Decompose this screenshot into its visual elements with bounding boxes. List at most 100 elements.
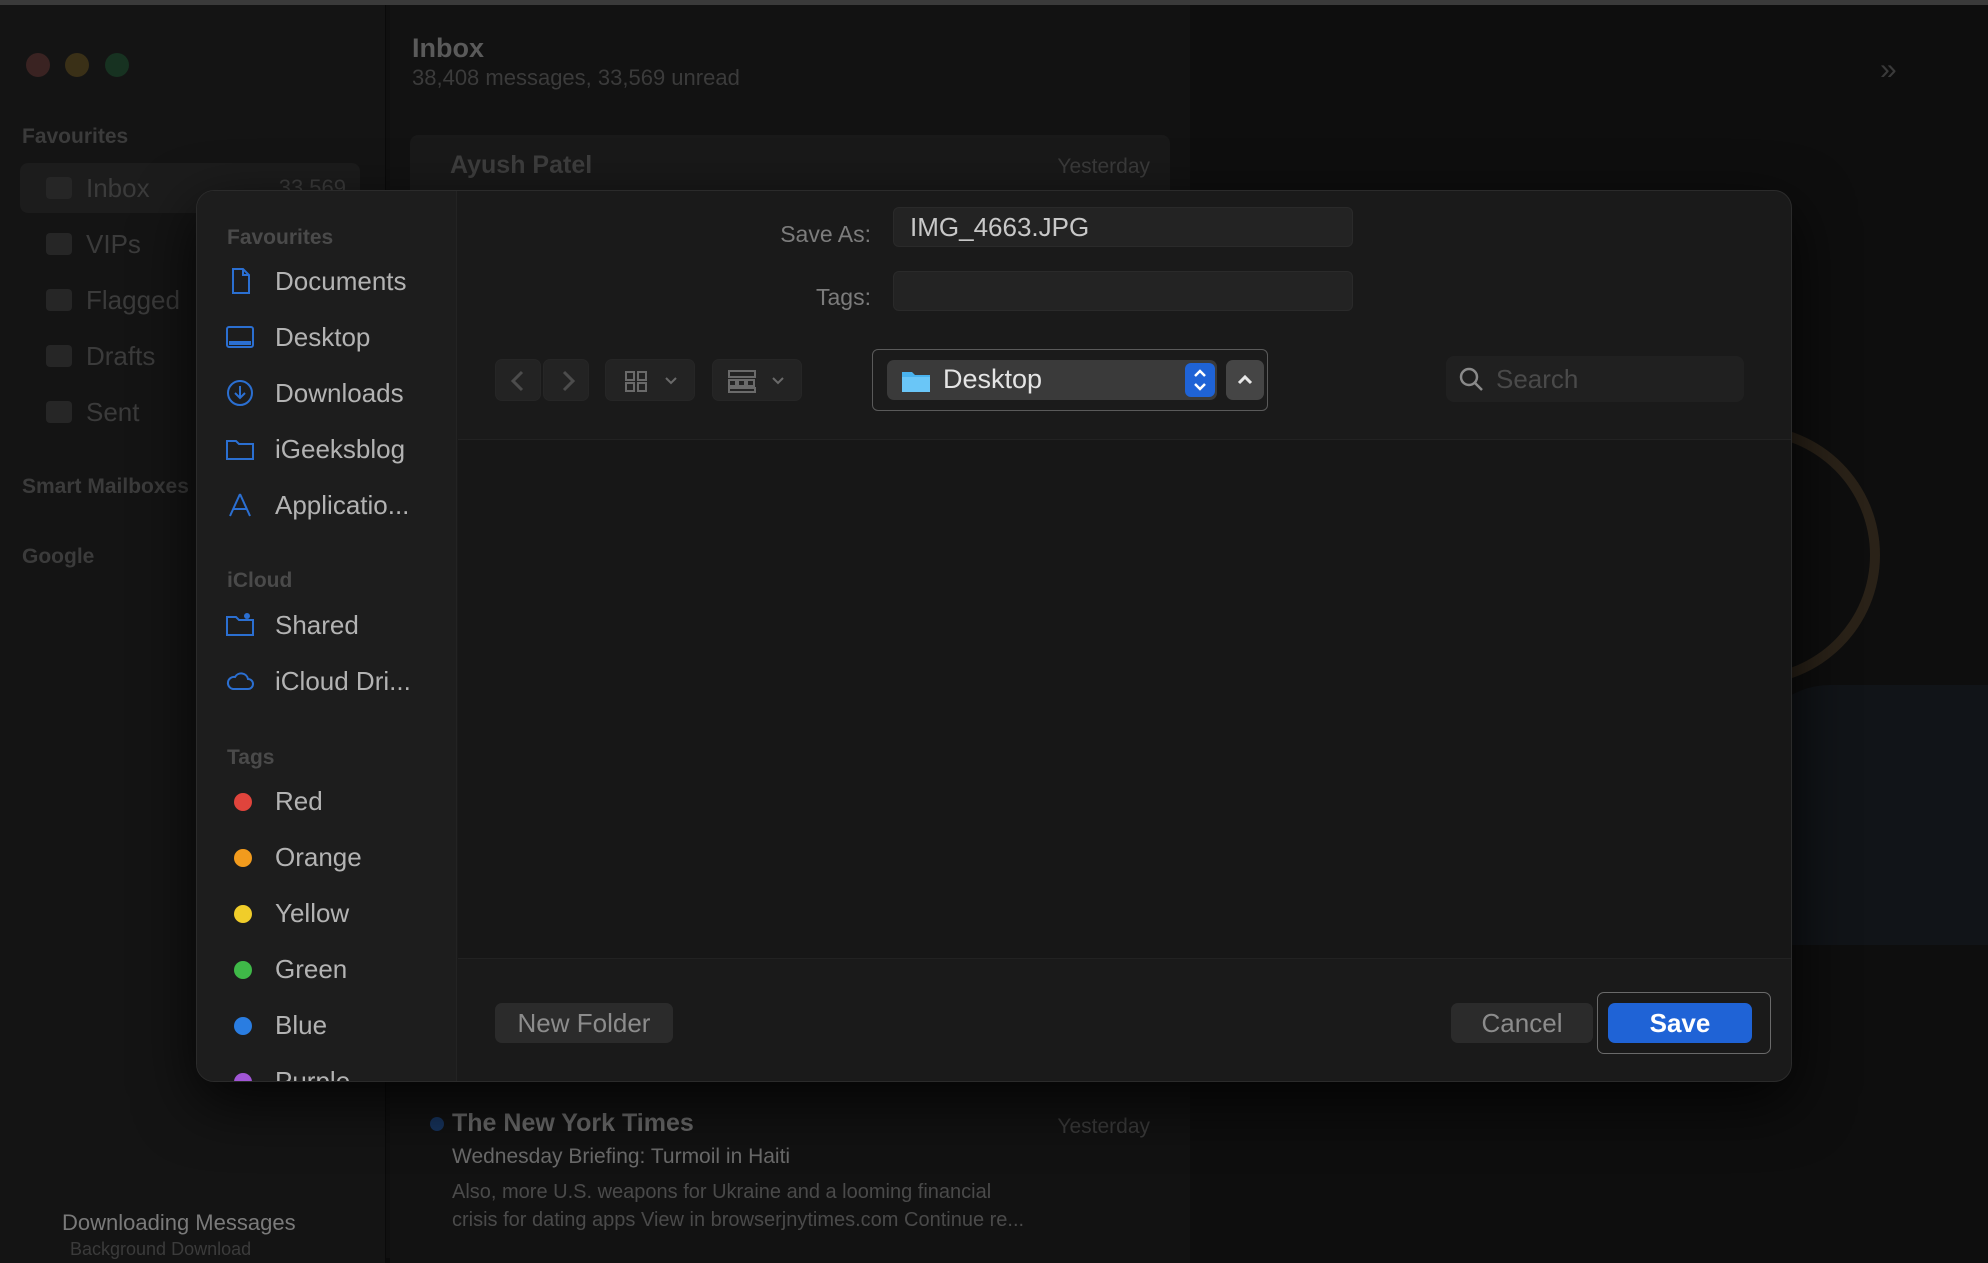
blue-tag-dot-icon [234, 1017, 252, 1035]
draft-icon [46, 345, 72, 367]
message-row[interactable]: The New York Times Yesterday Wednesday B… [430, 1109, 1170, 1249]
sidebar-item-downloads[interactable]: Downloads [225, 369, 455, 417]
location-label: Desktop [943, 364, 1043, 394]
search-input[interactable] [1496, 362, 1736, 396]
desktop-icon [226, 326, 254, 348]
sidebar-tag-orange[interactable]: Orange [225, 833, 455, 881]
sidebar-item-igeeksblog[interactable]: iGeeksblog [225, 425, 455, 473]
view-mode-button[interactable] [605, 359, 695, 401]
folder-icon [902, 372, 930, 392]
group-by-button[interactable] [712, 359, 802, 401]
chevron-right-icon [562, 370, 576, 392]
sidebar-heading-favourites: Favourites [227, 226, 334, 249]
purple-tag-dot-icon [234, 1073, 252, 1081]
sidebar-item-documents[interactable]: Documents [225, 257, 455, 305]
grid-view-icon [625, 371, 677, 392]
cancel-button[interactable]: Cancel [1451, 1003, 1593, 1043]
forward-button[interactable] [543, 359, 589, 401]
search-field[interactable] [1446, 356, 1744, 402]
group-view-icon [728, 370, 784, 393]
filename-input[interactable] [893, 207, 1353, 247]
shared-folder-icon [226, 613, 254, 636]
inbox-icon [46, 177, 72, 199]
sidebar-tag-blue[interactable]: Blue [225, 1001, 455, 1049]
mail-sidebar-heading-favourites: Favourites [22, 125, 129, 148]
mailbox-subtitle: 38,408 messages, 33,569 unread [412, 65, 740, 90]
search-icon [1459, 367, 1483, 391]
message-date: Yesterday [1057, 1115, 1150, 1138]
orange-tag-dot-icon [234, 849, 252, 867]
unread-dot-icon [430, 1117, 444, 1131]
yellow-tag-dot-icon [234, 905, 252, 923]
sent-icon [46, 401, 72, 423]
sidebar-tag-purple[interactable]: Purple [225, 1057, 455, 1082]
smart-mailboxes-heading: Smart Mailboxes [22, 475, 189, 498]
close-window-button[interactable] [26, 53, 50, 77]
back-button[interactable] [495, 359, 541, 401]
document-icon [232, 268, 250, 294]
sidebar-item-label: iGeeksblog [275, 434, 406, 464]
green-tag-dot-icon [234, 961, 252, 979]
mailbox-title: Inbox [412, 33, 484, 63]
download-status: Downloading Messages [62, 1210, 296, 1235]
red-tag-dot-icon [234, 793, 252, 811]
location-selector: Desktop [872, 349, 1268, 411]
applications-icon [229, 493, 251, 517]
dialog-sidebar: Favourites Documents Desktop Downloads i… [197, 191, 457, 1082]
sidebar-item-label: Purple [275, 1066, 351, 1082]
sidebar-tag-red[interactable]: Red [225, 777, 455, 825]
star-icon [46, 233, 72, 255]
downloads-icon [227, 380, 253, 406]
save-as-label: Save As: [780, 221, 871, 247]
tags-input[interactable] [893, 271, 1353, 311]
minimize-window-button[interactable] [65, 53, 89, 77]
sidebar-item-applications[interactable]: Applicatio... [225, 481, 455, 529]
flag-icon [46, 289, 72, 311]
location-popup-button[interactable]: Desktop [887, 360, 1217, 400]
sidebar-heading-icloud: iCloud [227, 569, 293, 592]
message-preview: Also, more U.S. weapons for Ukraine and … [452, 1181, 992, 1203]
zoom-window-button[interactable] [105, 53, 129, 77]
chevron-up-icon [1237, 374, 1253, 385]
new-folder-button[interactable]: New Folder [495, 1003, 673, 1043]
mailbox-label: Drafts [86, 341, 156, 371]
sidebar-item-label: Desktop [275, 322, 371, 352]
mailbox-label: VIPs [86, 229, 141, 259]
chevron-left-icon [510, 370, 524, 392]
mailbox-label: Flagged [86, 285, 180, 315]
up-down-stepper-icon [1185, 363, 1215, 397]
sidebar-item-label: Blue [275, 1010, 328, 1040]
message-sender: The New York Times [452, 1109, 694, 1137]
sidebar-heading-tags: Tags [227, 746, 275, 769]
sidebar-tag-green[interactable]: Green [225, 945, 455, 993]
cloud-icon [226, 672, 254, 690]
mailbox-label: Inbox [86, 173, 150, 203]
save-dialog: Favourites Documents Desktop Downloads i… [196, 190, 1792, 1082]
expand-dialog-button[interactable] [1226, 360, 1264, 400]
sidebar-item-shared[interactable]: Shared [225, 601, 455, 649]
folder-icon [226, 440, 254, 460]
message-sender: Ayush Patel [450, 151, 593, 179]
google-heading: Google [22, 545, 95, 568]
file-browser-area[interactable] [458, 439, 1791, 959]
sidebar-item-icloud-drive[interactable]: iCloud Dri... [225, 657, 455, 705]
sidebar-item-label: Applicatio... [275, 490, 410, 520]
tags-label: Tags: [816, 284, 871, 310]
sidebar-item-label: Green [275, 954, 348, 984]
sidebar-item-label: Shared [275, 610, 359, 640]
mailbox-label: Sent [86, 397, 140, 427]
toolbar-overflow-icon[interactable]: » [1880, 53, 1897, 87]
save-button[interactable]: Save [1608, 1003, 1752, 1043]
sidebar-item-label: iCloud Dri... [275, 666, 411, 696]
sidebar-item-label: Documents [275, 266, 407, 296]
sidebar-item-label: Yellow [275, 898, 350, 928]
sidebar-tag-yellow[interactable]: Yellow [225, 889, 455, 937]
sidebar-item-label: Orange [275, 842, 362, 872]
download-status-sub: Background Download [70, 1239, 252, 1259]
sidebar-item-desktop[interactable]: Desktop [225, 313, 455, 361]
message-date: Yesterday [1057, 155, 1150, 178]
sidebar-item-label: Red [275, 786, 323, 816]
message-subject: Wednesday Briefing: Turmoil in Haiti [452, 1145, 791, 1168]
message-preview: crisis for dating apps View in browserjn… [452, 1209, 1025, 1231]
sidebar-item-label: Downloads [275, 378, 404, 408]
